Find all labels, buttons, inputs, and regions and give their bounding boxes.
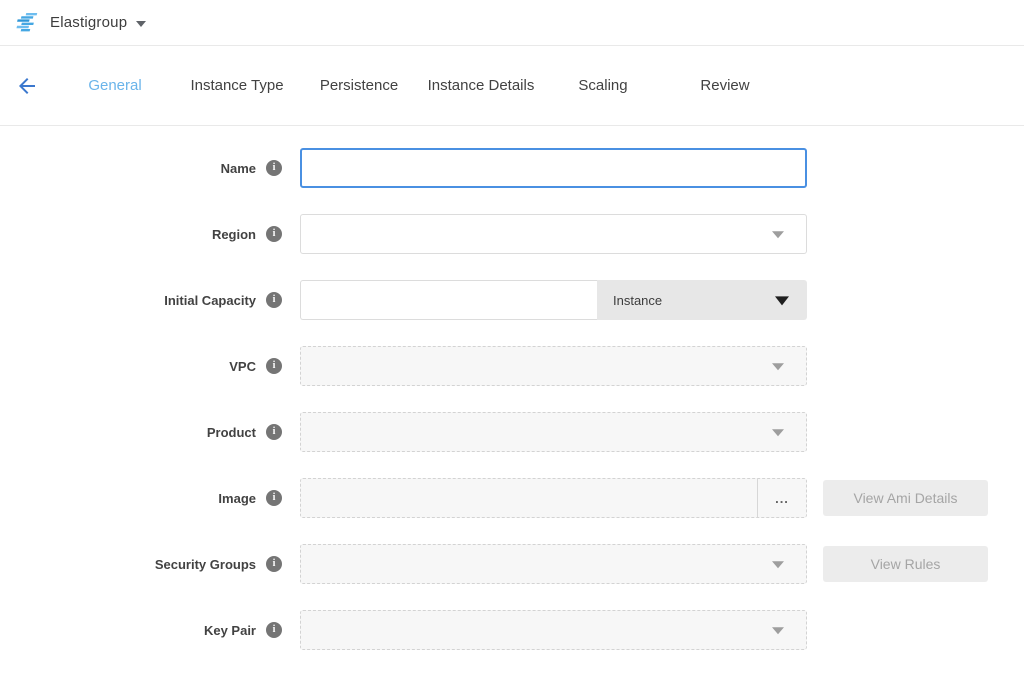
view-ami-details-button[interactable]: View Ami Details: [823, 480, 988, 516]
back-arrow-icon[interactable]: [15, 74, 39, 98]
form-row-vpc: VPC i: [0, 346, 1024, 386]
key-pair-label: Key Pair: [204, 623, 256, 638]
name-input[interactable]: [300, 148, 807, 188]
region-label: Region: [212, 227, 256, 242]
form-row-key-pair: Key Pair i: [0, 610, 1024, 650]
image-value: [301, 479, 757, 517]
chevron-down-icon: [775, 296, 789, 305]
tab-instance-details[interactable]: Instance Details: [420, 77, 542, 94]
vpc-label: VPC: [229, 359, 256, 374]
vpc-select: [300, 346, 807, 386]
info-icon[interactable]: i: [266, 622, 282, 638]
chevron-down-icon: [772, 429, 784, 436]
product-select: [300, 412, 807, 452]
elastigroup-logo-icon: [14, 10, 40, 36]
chevron-down-icon: [772, 363, 784, 370]
chevron-down-icon: [772, 561, 784, 568]
form-row-security-groups: Security Groups i View Rules: [0, 544, 1024, 584]
tab-general[interactable]: General: [54, 77, 176, 94]
tab-review[interactable]: Review: [664, 77, 786, 94]
info-icon[interactable]: i: [266, 226, 282, 242]
info-icon[interactable]: i: [266, 160, 282, 176]
security-groups-select: [300, 544, 807, 584]
info-icon[interactable]: i: [266, 490, 282, 506]
capacity-unit-select[interactable]: Instance: [597, 280, 807, 320]
security-groups-label: Security Groups: [155, 557, 256, 572]
chevron-down-icon[interactable]: [136, 21, 146, 27]
initial-capacity-input[interactable]: [300, 280, 597, 320]
image-picker: ...: [300, 478, 807, 518]
top-bar: Elastigroup: [0, 0, 1024, 46]
app-title[interactable]: Elastigroup: [50, 14, 127, 31]
info-icon[interactable]: i: [266, 424, 282, 440]
ellipsis-browse-button[interactable]: ...: [758, 479, 806, 517]
initial-capacity-label: Initial Capacity: [164, 293, 256, 308]
info-icon[interactable]: i: [266, 292, 282, 308]
chevron-down-icon: [772, 627, 784, 634]
name-label: Name: [221, 161, 256, 176]
form-row-name: Name i: [0, 148, 1024, 188]
tab-instance-type[interactable]: Instance Type: [176, 77, 298, 94]
capacity-unit-value: Instance: [613, 293, 662, 308]
wizard-tab-bar: General Instance Type Persistence Instan…: [0, 46, 1024, 126]
view-rules-button[interactable]: View Rules: [823, 546, 988, 582]
key-pair-select: [300, 610, 807, 650]
chevron-down-icon: [772, 231, 784, 238]
tab-scaling[interactable]: Scaling: [542, 77, 664, 94]
general-settings-form: Name i Region i Initial Capacity i Insta…: [0, 126, 1024, 650]
form-row-product: Product i: [0, 412, 1024, 452]
back-cell: [0, 74, 54, 98]
form-row-initial-capacity: Initial Capacity i Instance: [0, 280, 1024, 320]
form-row-region: Region i: [0, 214, 1024, 254]
region-select[interactable]: [300, 214, 807, 254]
product-label: Product: [207, 425, 256, 440]
info-icon[interactable]: i: [266, 556, 282, 572]
info-icon[interactable]: i: [266, 358, 282, 374]
tab-persistence[interactable]: Persistence: [298, 77, 420, 94]
form-row-image: Image i ... View Ami Details: [0, 478, 1024, 518]
image-label: Image: [218, 491, 256, 506]
